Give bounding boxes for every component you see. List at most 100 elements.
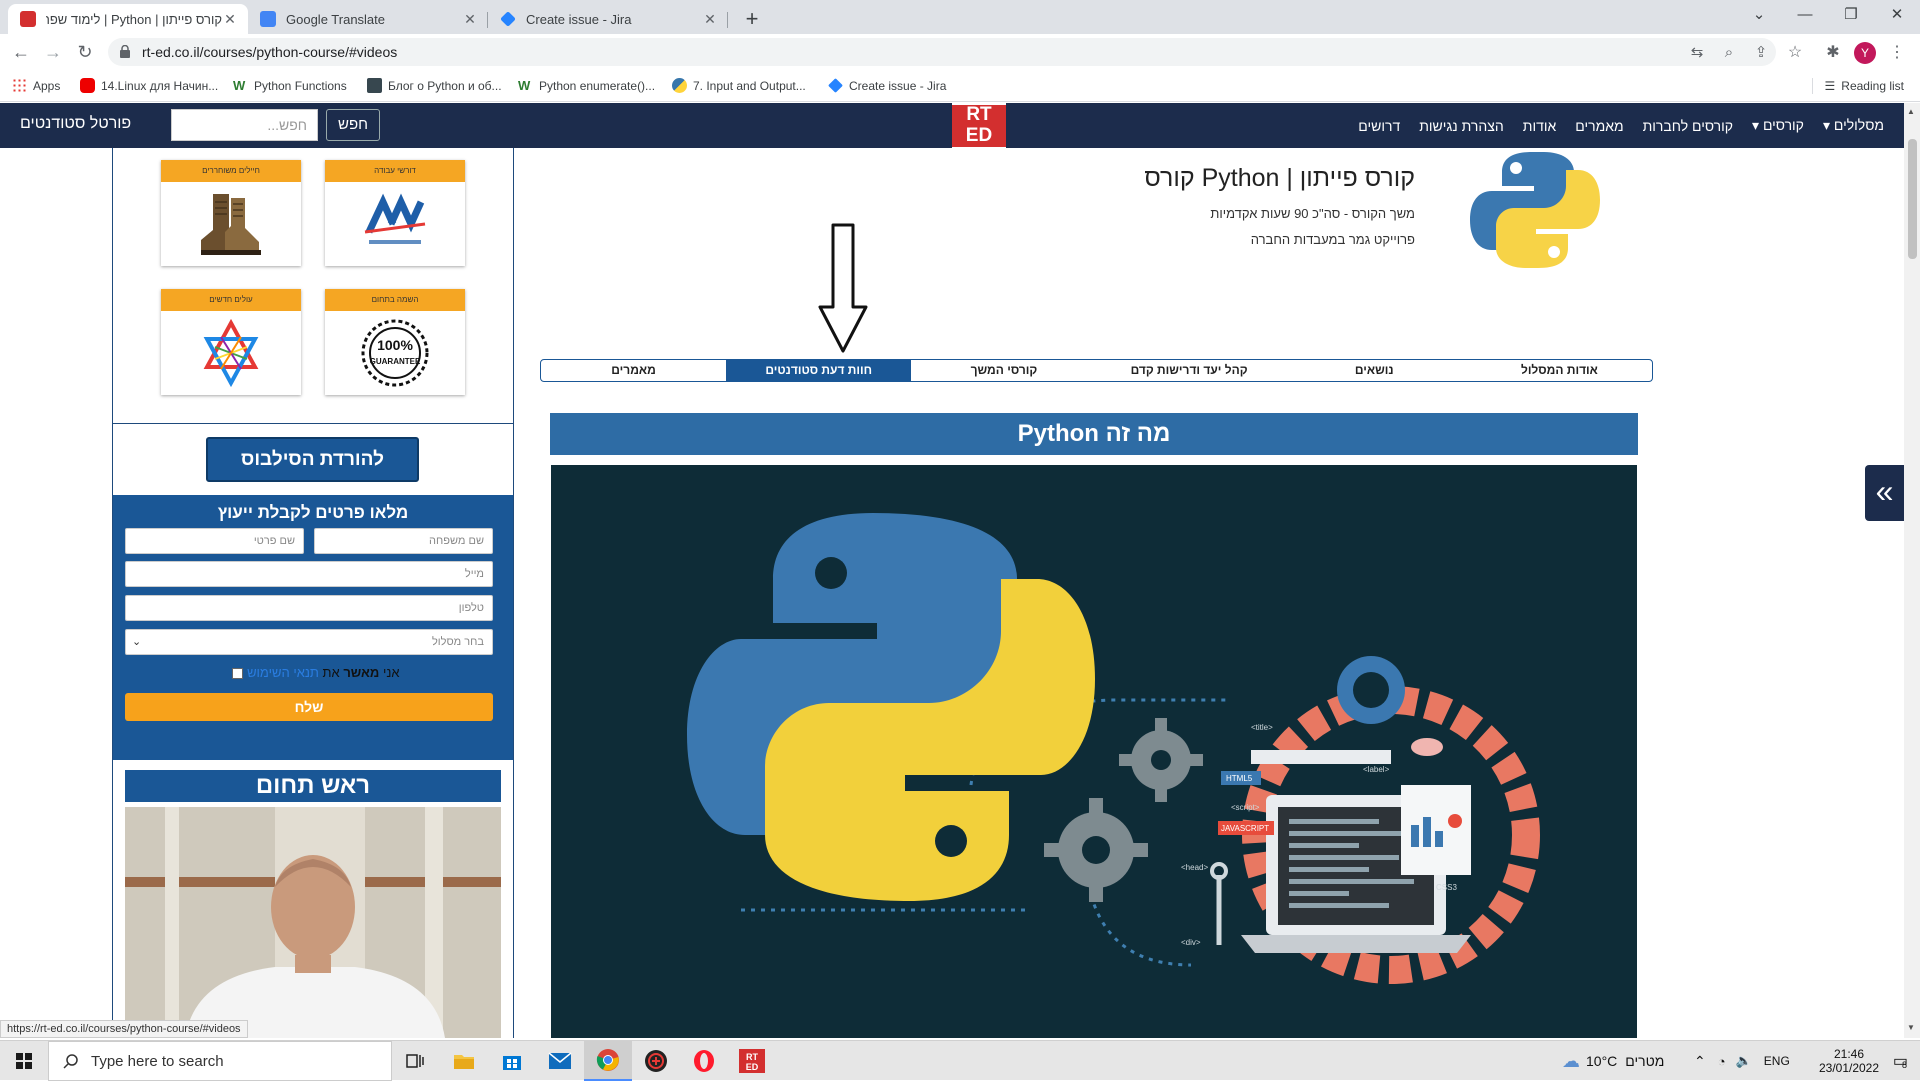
submit-button[interactable]: שלח <box>125 693 493 721</box>
extensions-icon[interactable]: ✱ <box>1822 42 1844 64</box>
new-tab-button[interactable]: + <box>738 6 766 34</box>
start-button[interactable] <box>0 1041 48 1081</box>
close-tab-icon[interactable]: ✕ <box>702 11 718 28</box>
last-name-field[interactable]: שם משפחה <box>314 528 493 554</box>
forward-button[interactable]: → <box>40 40 66 64</box>
guarantee-text: 100% <box>377 337 413 353</box>
close-tab-icon[interactable]: ✕ <box>222 11 238 28</box>
w3schools-icon: W <box>518 78 531 93</box>
reading-list-button[interactable]: ☰ Reading list <box>1811 78 1904 94</box>
more-menu-icon[interactable]: ⋮ <box>1886 42 1908 64</box>
browser-tab-translate[interactable]: Google Translate ✕ <box>248 4 488 34</box>
tab-topics[interactable]: נושאים <box>1282 360 1467 381</box>
notification-count: 8 <box>1902 1060 1908 1070</box>
browser-tab-rted[interactable]: קורס פייתון | Python | לימוד שפה ✕ <box>8 4 248 34</box>
track-select[interactable]: בחר מסלול ⌄ <box>125 629 493 655</box>
menu-item-accessibility[interactable]: הצהרת נגישות <box>1419 118 1504 134</box>
reload-button[interactable]: ↻ <box>72 40 98 64</box>
menu-item-articles[interactable]: מאמרים <box>1575 118 1623 134</box>
bookmark-input-output[interactable]: 7. Input and Output... <box>672 78 806 93</box>
menu-item-courses[interactable]: קורסים ▾ <box>1752 117 1804 134</box>
rted-app-icon[interactable]: RT ED <box>728 1041 776 1081</box>
lock-icon[interactable] <box>120 45 130 58</box>
share-icon[interactable]: ⇪ <box>1752 44 1770 62</box>
site-search-input[interactable]: חפש... <box>171 109 318 141</box>
weather-widget[interactable]: ☁ 10°C מטרים <box>1562 1041 1664 1081</box>
bookmark-enumerate[interactable]: W Python enumerate()... <box>518 78 655 93</box>
chrome-icon[interactable] <box>584 1041 632 1081</box>
microsoft-store-icon[interactable] <box>488 1041 536 1081</box>
apps-grid-icon <box>12 78 27 93</box>
translate-page-icon[interactable]: ⇆ <box>1688 44 1706 62</box>
student-portal-link[interactable]: פורטל סטודנטים <box>20 115 131 133</box>
file-explorer-icon[interactable] <box>440 1041 488 1081</box>
scroll-down-arrow-icon[interactable]: ▼ <box>1907 1023 1915 1032</box>
consent-checkbox[interactable] <box>232 668 244 680</box>
bookmark-linux[interactable]: 14.Linux для Начин... <box>80 78 218 93</box>
back-button[interactable]: ← <box>8 40 34 64</box>
bookmark-jira[interactable]: Create issue - Jira <box>828 78 946 93</box>
opera-icon[interactable] <box>680 1041 728 1081</box>
bookmark-label: 14.Linux для Начин... <box>101 78 219 93</box>
task-view-icon[interactable] <box>392 1041 440 1081</box>
volume-icon[interactable]: 🔈 <box>1736 1053 1752 1069</box>
page-scrollbar[interactable]: ▲ ▼ <box>1904 103 1920 1038</box>
zoom-icon[interactable]: ⌕ <box>1720 44 1738 62</box>
page-title: קורס פייתון | Python קורס <box>1144 164 1415 192</box>
notifications-button[interactable]: ▭ 8 <box>1880 1041 1920 1081</box>
restore-button[interactable]: ❐ <box>1828 0 1874 30</box>
menu-item-tracks[interactable]: מסלולים ▾ <box>1823 117 1884 134</box>
first-name-field[interactable]: שם פרטי <box>125 528 304 554</box>
tab-search-chevron-icon[interactable]: ⌄ <box>1736 0 1782 30</box>
terms-link[interactable]: תנאי השימוש <box>247 665 319 680</box>
taskbar-search[interactable]: Type here to search <box>48 1041 392 1081</box>
bookmark-python-blog[interactable]: Блог о Python и об... <box>367 78 502 93</box>
tab-divider <box>727 12 728 28</box>
email-field[interactable]: מייל <box>125 561 493 587</box>
network-icon[interactable]: ◔ <box>1718 1054 1726 1069</box>
phone-field[interactable]: טלפון <box>125 595 493 621</box>
menu-item-about[interactable]: אודות <box>1523 118 1557 134</box>
tab-audience-prereqs[interactable]: קהל יעד ודרישות קדם <box>1096 360 1281 381</box>
bookmark-star-icon[interactable]: ☆ <box>1784 42 1806 64</box>
menu-item-jobs[interactable]: דרושים <box>1358 118 1400 134</box>
card-job-seekers[interactable]: דורשי עבודה <box>325 160 465 266</box>
close-window-button[interactable]: ✕ <box>1874 0 1920 30</box>
profile-avatar[interactable]: Y <box>1854 42 1876 64</box>
w3schools-icon: W <box>233 78 246 93</box>
card-discharged-soldiers[interactable]: חיילים משוחררים <box>161 160 301 266</box>
scroll-up-arrow-icon[interactable]: ▲ <box>1907 107 1915 116</box>
tab-follow-up-courses[interactable]: קורסי המשך <box>911 360 1096 381</box>
url-text[interactable]: rt-ed.co.il/courses/python-course/#video… <box>142 44 397 60</box>
show-hidden-icons-chevron-icon[interactable]: ⌃ <box>1694 1053 1706 1070</box>
clock-date: 23/01/2022 <box>1818 1061 1880 1075</box>
close-tab-icon[interactable]: ✕ <box>462 11 478 28</box>
card-job-placement[interactable]: השמה בתחום 100% GUARANTEE <box>325 289 465 395</box>
rted-logo[interactable]: RT ED <box>952 103 1006 148</box>
youtube-icon <box>80 78 95 93</box>
clock[interactable]: 21:46 23/01/2022 <box>1810 1041 1888 1081</box>
logo-bottom-text: ED <box>952 126 1006 147</box>
app-red-circle-icon[interactable] <box>632 1041 680 1081</box>
tab-student-reviews[interactable]: חוות דעת סטודנטים <box>726 360 912 381</box>
browser-tab-jira[interactable]: Create issue - Jira ✕ <box>488 4 728 34</box>
minimize-button[interactable]: — <box>1782 0 1828 30</box>
download-syllabus-button[interactable]: להורדת הסילבוס <box>206 437 419 482</box>
card-new-immigrants[interactable]: עולים חדשים <box>161 289 301 395</box>
divider <box>113 423 513 424</box>
rted-app-top-text: RT <box>746 1052 758 1062</box>
tab-about-track[interactable]: אודות המסלול <box>1467 360 1652 381</box>
menu-label: מסלולים <box>1833 117 1884 133</box>
address-bar[interactable]: rt-ed.co.il/courses/python-course/#video… <box>108 38 1776 66</box>
clock-time: 21:46 <box>1833 1047 1865 1061</box>
collapse-panel-button[interactable]: « <box>1865 465 1904 521</box>
mail-icon[interactable] <box>536 1041 584 1081</box>
language-indicator[interactable]: ENG <box>1764 1054 1790 1068</box>
bookmark-label: 7. Input and Output... <box>693 78 806 93</box>
scrollbar-thumb[interactable] <box>1908 139 1917 259</box>
bookmark-python-functions[interactable]: W Python Functions <box>233 78 347 93</box>
site-search-button[interactable]: חפש <box>326 109 380 141</box>
tab-articles[interactable]: מאמרים <box>541 360 726 381</box>
bookmark-apps[interactable]: Apps <box>12 78 60 93</box>
menu-item-corporate[interactable]: קורסים לחברות <box>1643 118 1733 134</box>
